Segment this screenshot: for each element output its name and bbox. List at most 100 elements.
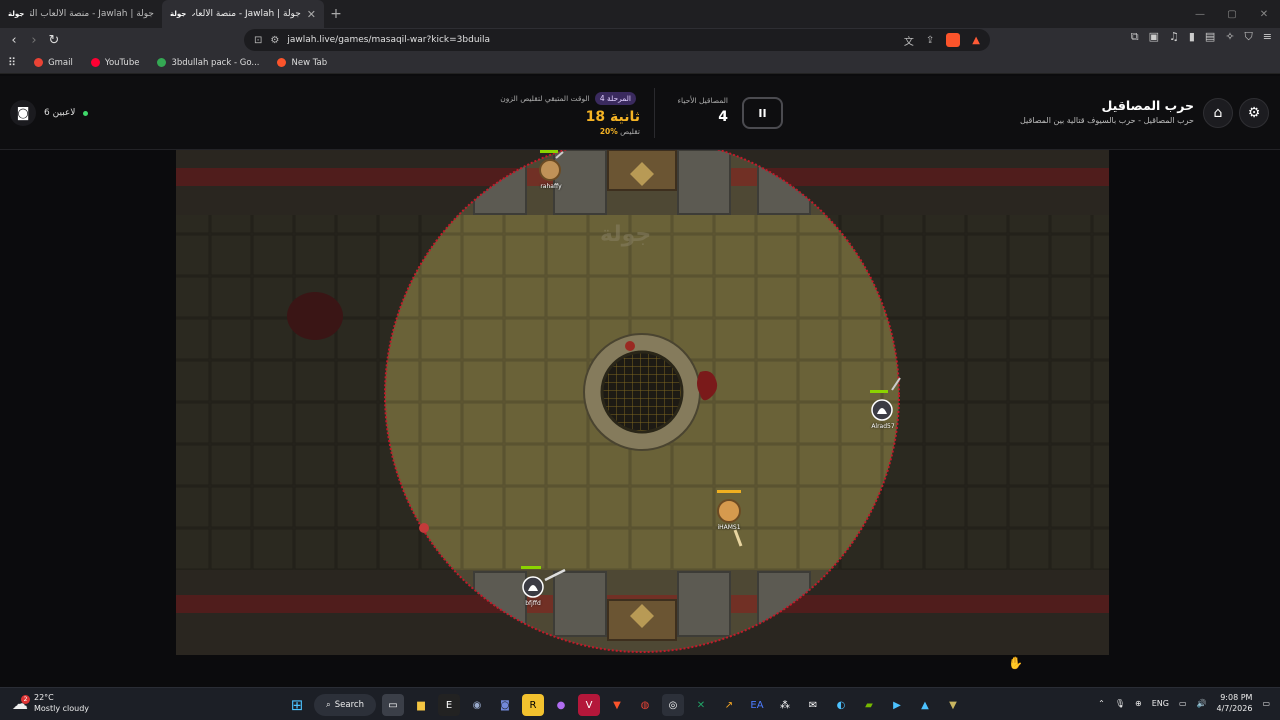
discord-icon[interactable]: ◙: [10, 100, 36, 126]
screenshot-icon[interactable]: ▣: [1149, 30, 1159, 44]
alive-count: 4: [718, 109, 728, 125]
task-view-icon[interactable]: ▭: [382, 694, 404, 716]
time: 9:08 PM: [1220, 693, 1253, 702]
bookmark-page-icon[interactable]: ⊡: [254, 35, 262, 46]
close-window-icon[interactable]: ✕: [1248, 0, 1280, 28]
chevron-up-icon[interactable]: ⌃: [1098, 699, 1105, 708]
home-icon: ⌂: [1213, 105, 1223, 121]
steam-icon[interactable]: ◉: [466, 694, 488, 716]
jawlah-favicon: جولة: [170, 10, 187, 18]
forward-icon[interactable]: ›: [24, 30, 44, 50]
bookmark-gmail[interactable]: Gmail: [34, 58, 73, 68]
pause-button[interactable]: II: [742, 97, 783, 129]
player-name: iHAMS1: [717, 524, 741, 531]
game-title-block: حرب المصاقيل حرب المصاقيل - حرب بالسيوف …: [1020, 98, 1194, 125]
bookmark-label: Gmail: [48, 57, 73, 68]
back-icon[interactable]: ‹: [4, 30, 24, 50]
player-name: Alrad57: [871, 423, 895, 430]
edge-icon[interactable]: ◐: [830, 694, 852, 716]
timer-label: الوقت المتبقي لتقليص الزون: [500, 94, 590, 103]
shrink-info: 20% تقليص: [497, 127, 640, 136]
apps-grid-icon[interactable]: ⠿: [8, 56, 16, 69]
maximize-icon[interactable]: ▢: [1216, 0, 1248, 28]
microphone-icon[interactable]: 🎙: [1115, 699, 1125, 708]
bookmarks-bar: ⠿ Gmail YouTube 3bdullah pack - Go... Ne…: [0, 52, 1280, 74]
app-icon[interactable]: ▶: [886, 694, 908, 716]
ea-icon[interactable]: EA: [746, 694, 768, 716]
shrink-percent: 20%: [599, 127, 618, 136]
volume-icon[interactable]: 🔊: [1197, 699, 1207, 708]
rockstar-icon[interactable]: R: [522, 694, 544, 716]
capcut-icon[interactable]: ✉: [802, 694, 824, 716]
stage-badge: المرحلة 4: [594, 92, 636, 105]
chrome-icon[interactable]: ◍: [634, 694, 656, 716]
bookmark-label: YouTube: [104, 57, 140, 68]
url-text[interactable]: jawlah.live/games/masaqil-war?kick=3bdui…: [287, 35, 904, 45]
players-indicator: ◙ 6 لاعبين: [10, 100, 89, 126]
valorant-icon[interactable]: V: [578, 694, 600, 716]
windows-start-icon[interactable]: ⊞: [286, 694, 308, 716]
home-button[interactable]: ⌂: [1203, 98, 1233, 128]
blood-drop: [625, 341, 635, 351]
bookmark-new-tab[interactable]: New Tab: [277, 58, 327, 68]
notifications-icon[interactable]: ▭: [1262, 699, 1270, 708]
taskbar-search[interactable]: ⌕ Search: [314, 694, 376, 716]
search-label: Search: [334, 700, 364, 710]
photos-icon[interactable]: ▲: [914, 694, 936, 716]
window-controls: — ▢ ✕: [1184, 0, 1280, 28]
file-explorer-icon[interactable]: ▆: [410, 694, 432, 716]
nvidia-icon[interactable]: ▰: [858, 694, 880, 716]
browser-tab-active[interactable]: جولة جولة | Jawlah - منصة الألعاب التفا …: [162, 0, 324, 28]
browser-toolbar: ‹ › ↻ ⊡ ⚙ jawlah.live/games/masaqil-war?…: [0, 28, 1280, 52]
display-icon[interactable]: ▭: [1179, 699, 1187, 708]
zone-timer: الوقت المتبقي لتقليص الزون المرحلة 4 18 …: [497, 86, 640, 136]
brave-shields-icon[interactable]: [946, 33, 961, 47]
excel-icon[interactable]: ✕: [690, 694, 712, 716]
weather-widget[interactable]: ☁ 2 22°C Mostly cloudy: [12, 692, 89, 714]
browser-tab[interactable]: جولة جولة | Jawlah - منصة الألعاب التفاع…: [0, 0, 162, 28]
obs-icon[interactable]: ◎: [662, 694, 684, 716]
menu-icon[interactable]: ≡: [1263, 30, 1272, 44]
media-icon[interactable]: ♫: [1169, 30, 1179, 44]
game-subtitle: حرب المصاقيل - حرب بالسيوف قتالية بين ال…: [1019, 116, 1194, 125]
gmail-icon: [34, 58, 44, 67]
weather-condition: Mostly cloudy: [34, 704, 89, 713]
extensions-icon[interactable]: ⧉: [1131, 30, 1139, 44]
jawlah-favicon: جولة: [8, 10, 25, 18]
epic-games-icon[interactable]: E: [438, 694, 460, 716]
app-icon[interactable]: ↗: [718, 694, 740, 716]
bookmark-label: 3bdullah pack - Go...: [171, 57, 260, 68]
temperature: 22°C: [34, 693, 54, 702]
close-tab-icon[interactable]: ✕: [307, 8, 316, 21]
vpn-icon[interactable]: ⛉: [1245, 30, 1253, 44]
discord-app-icon[interactable]: ◙: [494, 694, 516, 716]
browser-tab-strip: جولة جولة | Jawlah - منصة الألعاب التفاع…: [0, 0, 1280, 28]
sidebar-icon[interactable]: ▮: [1189, 30, 1195, 44]
brave-app-icon[interactable]: ▼: [606, 694, 628, 716]
game-arena[interactable]: rahaffy Alrad57 iHAMS1 bfjffd جولة ✋: [0, 150, 1280, 687]
network-icon[interactable]: ⊕: [1135, 699, 1142, 708]
clock[interactable]: 9:08 PM 4/7/2026: [1217, 692, 1253, 714]
site-info-icon[interactable]: ⚙: [270, 35, 279, 46]
app-icon[interactable]: ▼: [942, 694, 964, 716]
app-icon[interactable]: ●: [550, 694, 572, 716]
share-icon[interactable]: ⇪: [926, 35, 934, 46]
settings-button[interactable]: ⚙: [1239, 98, 1269, 128]
wallet-icon[interactable]: ▤: [1205, 30, 1215, 44]
brave-rewards-icon[interactable]: ▲: [972, 35, 980, 46]
app-icon[interactable]: ⁂: [774, 694, 796, 716]
language-indicator[interactable]: ENG: [1152, 699, 1169, 708]
cloud-icon: ☁ 2: [12, 693, 30, 713]
minimize-icon[interactable]: —: [1184, 0, 1216, 28]
player-name: bfjffd: [525, 600, 541, 607]
translate-icon[interactable]: 文: [904, 33, 914, 48]
taskbar-apps: ⊞ ⌕ Search ▭ ▆ E ◉ ◙ R ● V ▼ ◍ ◎ ✕ ↗ EA ⁂…: [286, 694, 964, 716]
bookmark-youtube[interactable]: YouTube: [90, 57, 140, 68]
bookmark-drive[interactable]: 3bdullah pack - Go...: [157, 58, 259, 68]
divider: [654, 88, 655, 138]
new-tab-button[interactable]: +: [324, 6, 348, 22]
address-bar[interactable]: ⊡ ⚙ jawlah.live/games/masaqil-war?kick=3…: [244, 29, 990, 51]
reload-icon[interactable]: ↻: [44, 30, 64, 50]
leo-ai-icon[interactable]: ✧: [1225, 30, 1234, 44]
search-icon: ⌕: [326, 700, 331, 710]
